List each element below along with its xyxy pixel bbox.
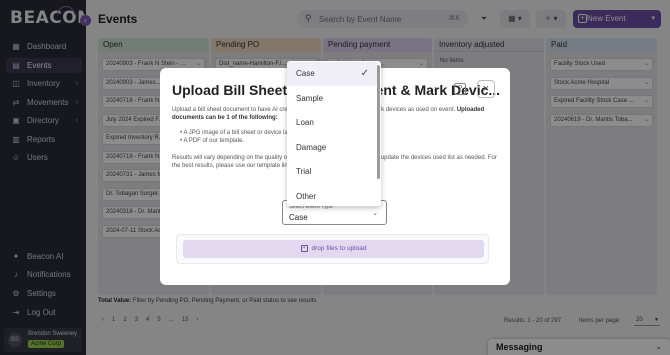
close-button[interactable]: × [477, 80, 495, 98]
upload-icon: + [300, 244, 308, 252]
help-icon[interactable]: ? [454, 83, 466, 95]
menu-scrollbar[interactable] [377, 65, 380, 179]
menu-item-case[interactable]: Case ✓ [287, 62, 377, 86]
check-icon: ✓ [360, 68, 369, 79]
menu-item-label: Other [296, 192, 317, 201]
close-icon: × [482, 83, 490, 95]
list-item-text: A JPG image of a bill sheet or device la… [183, 130, 296, 136]
list-item: • A PDF of our template. [180, 138, 245, 144]
select-value: Case [289, 213, 308, 222]
list-item-text: A PDF of our template. [183, 138, 245, 144]
menu-item-label: Case [296, 69, 315, 78]
accepted-formats-list: • A JPG image of a bill sheet or device … [180, 129, 296, 145]
menu-item-label: Damage [296, 143, 327, 152]
menu-item-label: Loan [296, 118, 314, 127]
menu-item-other[interactable]: Other [287, 185, 377, 206]
drop-label: drop files to upload [311, 245, 367, 252]
menu-item-loan[interactable]: Loan [287, 111, 377, 135]
menu-item-trial[interactable]: Trial [287, 160, 377, 184]
menu-item-damage[interactable]: Damage [287, 136, 377, 160]
file-drop-zone[interactable]: + drop files to upload [183, 240, 484, 258]
upload-area: + drop files to upload [176, 234, 489, 264]
event-type-menu: Case ✓ Sample Loan Damage Trial Other [287, 61, 381, 206]
menu-item-label: Trial [296, 167, 312, 176]
menu-item-label: Sample [296, 94, 324, 103]
chevron-down-icon: ⌄ [372, 210, 378, 217]
menu-item-sample[interactable]: Sample [287, 87, 377, 111]
list-item: • A JPG image of a bill sheet or device … [180, 130, 296, 136]
